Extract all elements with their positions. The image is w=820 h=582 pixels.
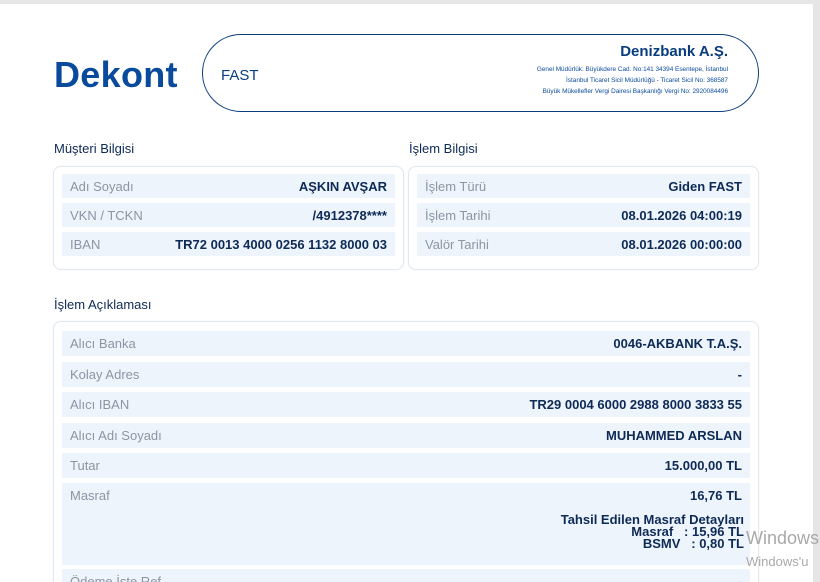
row-value: Giden FAST <box>668 178 742 194</box>
bank-registry-line: İstanbul Ticaret Sicil Müdürlüğü - Ticar… <box>566 77 728 84</box>
row-value: - <box>737 367 742 382</box>
fee-details: Tahsil Edilen Masraf Detayları Masraf : … <box>561 513 744 551</box>
transaction-row-type: İşlem Türü Giden FAST <box>417 174 750 198</box>
windows-activation-watermark: Windows <box>746 528 820 548</box>
description-row-easy-address: Kolay Adres - <box>62 362 750 387</box>
row-value: TR29 0004 6000 2988 8000 3833 55 <box>529 397 742 412</box>
transaction-card: İşlem Türü Giden FAST İşlem Tarihi 08.01… <box>408 166 759 270</box>
bank-address-line: Genel Müdürlük: Büyükdere Cad. No:141 34… <box>536 66 728 73</box>
row-value: 08.01.2026 04:00:19 <box>621 207 742 223</box>
row-value: 08.01.2026 00:00:00 <box>621 236 742 252</box>
transaction-row-date: İşlem Tarihi 08.01.2026 04:00:19 <box>417 203 750 227</box>
page-title: Dekont <box>54 54 178 95</box>
description-row-payment-ref: Ödeme İşte Ref - <box>62 569 750 582</box>
bank-tax-line: Büyük Mükellefler Vergi Dairesi Başkanlı… <box>542 88 728 95</box>
row-value: /4912378**** <box>312 207 387 223</box>
row-label: Ödeme İşte Ref <box>70 574 162 582</box>
row-value: 16,76 TL <box>689 488 742 503</box>
row-label: İşlem Türü <box>425 178 487 194</box>
row-label: Alıcı Banka <box>70 336 136 351</box>
description-row-recipient-name: Alıcı Adı Soyadı MUHAMMED ARSLAN <box>62 423 750 448</box>
bank-info: Denizbank A.Ş. Genel Müdürlük: Büyükdere… <box>537 43 728 97</box>
description-row-recipient-bank: Alıcı Banka 0046-AKBANK T.A.Ş. <box>62 331 750 356</box>
row-label: Kolay Adres <box>70 367 140 382</box>
row-value: 15.000,00 TL <box>664 458 742 473</box>
row-label: Alıcı IBAN <box>70 397 130 412</box>
customer-row-name: Adı Soyadı AŞKIN AVŞAR <box>62 174 395 198</box>
row-label: VKN / TCKN <box>70 207 143 223</box>
description-section-title: İşlem Açıklaması <box>54 297 152 312</box>
row-value: AŞKIN AVŞAR <box>298 178 387 194</box>
row-label: Alıcı Adı Soyadı <box>70 428 162 443</box>
bank-header-box: FAST Denizbank A.Ş. Genel Müdürlük: Büyü… <box>202 34 759 112</box>
row-value: - <box>737 574 742 582</box>
description-row-amount: Tutar 15.000,00 TL <box>62 453 750 478</box>
customer-card: Adı Soyadı AŞKIN AVŞAR VKN / TCKN /49123… <box>53 166 404 270</box>
row-label: Adı Soyadı <box>70 178 134 194</box>
row-value: TR72 0013 4000 0256 1132 8000 03 <box>175 236 387 252</box>
transaction-row-value-date: Valör Tarihi 08.01.2026 00:00:00 <box>417 232 750 256</box>
customer-row-iban: IBAN TR72 0013 4000 0256 1132 8000 03 <box>62 232 395 256</box>
description-row-recipient-iban: Alıcı IBAN TR29 0004 6000 2988 8000 3833… <box>62 392 750 417</box>
receipt-sheet: Dekont FAST Denizbank A.Ş. Genel Müdürlü… <box>0 4 813 582</box>
transfer-type-label: FAST <box>221 67 259 84</box>
description-card: Alıcı Banka 0046-AKBANK T.A.Ş. Kolay Adr… <box>53 321 759 582</box>
windows-activation-watermark-subtext: Windows'u <box>746 554 809 569</box>
row-label: Tutar <box>70 458 100 473</box>
bank-name: Denizbank A.Ş. <box>620 43 728 60</box>
row-label: Valör Tarihi <box>425 236 489 252</box>
customer-row-id: VKN / TCKN /4912378**** <box>62 203 395 227</box>
row-value: 0046-AKBANK T.A.Ş. <box>613 336 742 351</box>
row-value: MUHAMMED ARSLAN <box>605 428 742 443</box>
customer-section-title: Müşteri Bilgisi <box>54 141 135 156</box>
transaction-section-title: İşlem Bilgisi <box>409 141 478 156</box>
row-label: Masraf <box>70 488 110 503</box>
row-label: IBAN <box>70 236 101 252</box>
fee-details-bsmv: BSMV : 0,80 TL <box>642 536 744 551</box>
row-label: İşlem Tarihi <box>425 207 491 223</box>
